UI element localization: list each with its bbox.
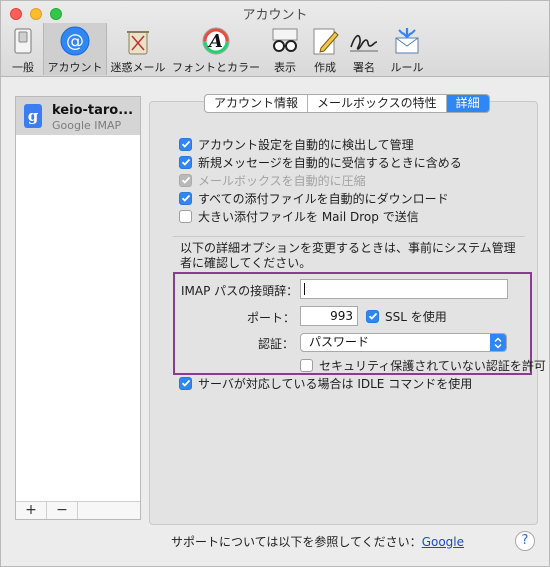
accounts-list-footer: + − — [16, 501, 140, 519]
idle-option[interactable]: サーバが対応している場合は IDLE コマンドを使用 — [179, 375, 472, 391]
option-label: 大きい添付ファイルを Mail Drop で送信 — [198, 209, 419, 224]
toolbar-label: 表示 — [274, 61, 296, 74]
support-link[interactable]: Google — [422, 535, 464, 549]
account-tabs: アカウント情報 メールボックスの特性 詳細 — [204, 94, 490, 113]
checkbox-checked[interactable] — [179, 137, 192, 151]
toolbar: アカウント 一般 @ アカウント 迷惑メール A フォントとカラー 表示 作成 … — [1, 1, 549, 77]
switch-icon — [7, 25, 39, 56]
help-button[interactable]: ? — [515, 531, 535, 551]
tab-advanced[interactable]: 詳細 — [446, 95, 489, 112]
toolbar-junk[interactable]: 迷惑メール — [109, 23, 167, 75]
toolbar-accounts[interactable]: @ アカウント — [43, 23, 107, 75]
ssl-option[interactable]: SSL を使用 — [366, 308, 447, 324]
auth-select[interactable]: パスワード — [300, 333, 507, 352]
imap-prefix-input[interactable] — [300, 279, 508, 299]
toolbar-signatures[interactable]: 署名 — [345, 23, 383, 75]
port-input[interactable]: 993 — [300, 306, 358, 326]
toolbar-fonts-colors[interactable]: A フォントとカラー — [169, 23, 263, 75]
toolbar-label: ルール — [390, 61, 424, 74]
remove-account-button[interactable]: − — [47, 502, 78, 519]
text-caret — [304, 283, 305, 295]
admin-notice: 以下の詳細オプションを変更するときは、事前にシステム管理者に確認してください。 — [180, 241, 516, 270]
window-title: アカウント — [242, 8, 308, 23]
add-account-button[interactable]: + — [16, 502, 47, 519]
auth-label: 認証： — [258, 337, 295, 351]
idle-label: サーバが対応している場合は IDLE コマンドを使用 — [198, 376, 473, 391]
option-label: アカウント設定を自動的に検出して管理 — [198, 137, 414, 152]
account-type: Google IMAP — [52, 119, 122, 132]
tab-mailbox-behaviors[interactable]: メールボックスの特性 — [308, 95, 447, 112]
chevron-updown-icon — [490, 334, 506, 351]
account-row-keio-taro[interactable]: g keio-taro... Google IMAP — [16, 97, 140, 135]
imap-prefix-label: IMAP パスの接頭辞： — [181, 284, 299, 298]
toolbar-composing[interactable]: 作成 — [307, 23, 343, 75]
toolbar-label: 作成 — [314, 61, 336, 74]
checkbox-checked[interactable] — [179, 155, 192, 169]
toolbar-rules[interactable]: ルール — [387, 23, 427, 75]
option-include-new-messages[interactable]: 新規メッセージを自動的に受信するときに含める — [179, 154, 462, 170]
option-label: メールボックスを自動的に圧縮 — [198, 173, 366, 188]
toolbar-label: アカウント — [47, 61, 103, 74]
insecure-auth-label: セキュリティ保護されていない認証を許可 — [319, 358, 546, 373]
option-label: すべての添付ファイルを自動的にダウンロード — [198, 191, 449, 206]
toolbar-label: 迷惑メール — [110, 61, 166, 74]
section-divider — [173, 236, 525, 237]
checkbox-checked[interactable] — [179, 376, 192, 390]
toolbar-viewing[interactable]: 表示 — [267, 23, 303, 75]
option-mail-drop[interactable]: 大きい添付ファイルを Mail Drop で送信 — [179, 208, 419, 224]
insecure-auth-option[interactable]: セキュリティ保護されていない認証を許可 — [300, 357, 546, 373]
auth-selected-value: パスワード — [309, 335, 370, 349]
port-label: ポート： — [247, 311, 296, 325]
option-auto-compact: メールボックスを自動的に圧縮 — [179, 172, 366, 188]
toolbar-label: 署名 — [353, 61, 375, 74]
accounts-list: g keio-taro... Google IMAP + − — [15, 96, 141, 520]
preferences-window: アカウント 一般 @ アカウント 迷惑メール A フォントとカラー 表示 作成 … — [0, 0, 550, 567]
font-icon: A — [200, 25, 232, 56]
compose-icon — [309, 25, 341, 56]
option-auto-detect[interactable]: アカウント設定を自動的に検出して管理 — [179, 136, 414, 152]
option-download-attachments[interactable]: すべての添付ファイルを自動的にダウンロード — [179, 190, 449, 206]
svg-text:@: @ — [66, 31, 84, 52]
trash-icon — [122, 25, 154, 56]
checkbox-disabled — [179, 173, 192, 187]
checkbox-checked[interactable] — [179, 191, 192, 205]
account-name: keio-taro... — [52, 103, 134, 118]
toolbar-label: 一般 — [12, 61, 34, 74]
tab-account-info[interactable]: アカウント情報 — [205, 95, 309, 112]
at-icon: @ — [59, 25, 91, 56]
support-text: サポートについては以下を参照してください：Google — [171, 533, 464, 550]
checkbox-checked[interactable] — [366, 309, 379, 323]
glasses-icon — [269, 25, 301, 56]
checkbox-unchecked[interactable] — [300, 358, 313, 372]
support-prefix: サポートについては以下を参照してください： — [171, 535, 422, 549]
ssl-label: SSL を使用 — [385, 309, 447, 324]
checkbox-unchecked[interactable] — [179, 209, 192, 223]
toolbar-general[interactable]: 一般 — [5, 23, 41, 75]
option-label: 新規メッセージを自動的に受信するときに含める — [198, 155, 462, 170]
svg-text:A: A — [207, 31, 223, 52]
toolbar-label: フォントとカラー — [172, 61, 260, 74]
rules-icon — [391, 25, 423, 56]
signature-icon — [348, 25, 380, 56]
google-icon: g — [24, 104, 42, 128]
